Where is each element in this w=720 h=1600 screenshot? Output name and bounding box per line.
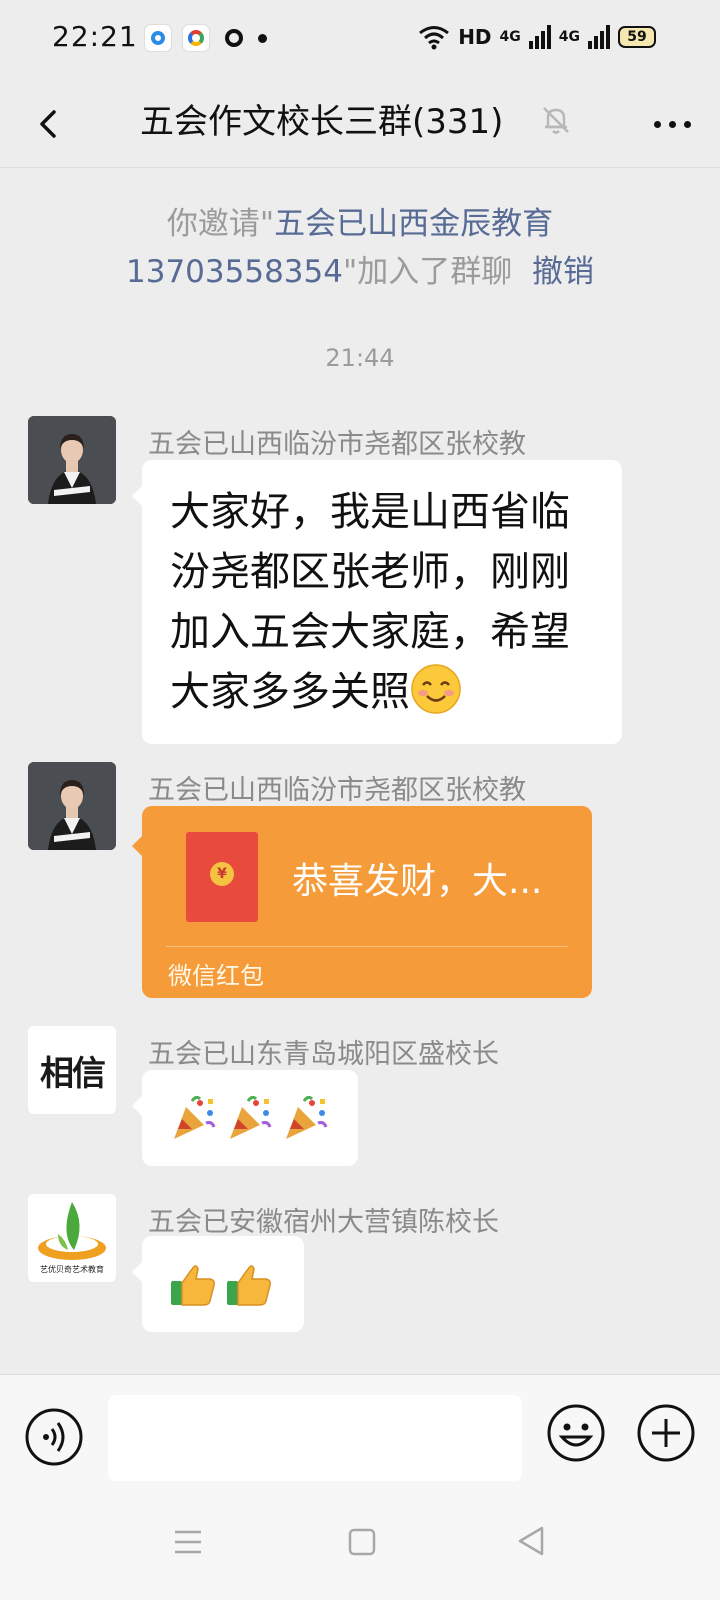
avatar[interactable]: 艺优贝奇艺术教育 [28,1194,116,1282]
red-envelope-icon: ¥ [186,832,258,922]
message-bubble[interactable] [132,1070,358,1166]
q-app-notification-icon [220,24,248,52]
more-actions-button[interactable] [636,1403,696,1463]
avatar[interactable] [28,762,116,850]
menu-icon [175,1530,201,1554]
red-packet-title: 恭喜发财，大... [292,861,543,902]
smiling-face-emoji-icon [411,664,461,714]
hd-indicator: HD [458,25,492,49]
more-options-button[interactable] [646,98,698,150]
sender-name: 五会已山东青岛城阳区盛校长 [148,1039,499,1070]
signal-a-icon [528,25,551,49]
avatar-logo-caption: 艺优贝奇艺术教育 [40,1265,104,1274]
sender-name: 五会已山西临汾市尧都区张校教 [148,429,526,460]
network-b-label: 4G [558,29,580,45]
yuan-coin-icon: ¥ [210,862,234,886]
message-input[interactable] [108,1395,522,1481]
thumbs-up-icon [227,1265,271,1306]
message-input-bar [0,1374,720,1488]
sender-name: 五会已山西临汾市尧都区张校教 [148,775,526,806]
triangle-back-icon [518,1526,544,1556]
avatar[interactable] [28,416,116,504]
back-button[interactable] [24,98,76,150]
network-a-label: 4G [499,29,521,45]
browser-notification-icon [182,24,210,52]
signal-b-icon [588,25,610,49]
message-text: 大家好，我是山西省临汾尧都区张老师，刚刚加入五会大家庭，希望大家多多关照 [142,460,622,744]
system-nav-bar [0,1488,720,1600]
app-notification-icon [144,24,172,52]
wifi-icon [419,26,450,50]
status-time: 22:21 [52,20,138,53]
system-back-button[interactable] [514,1524,548,1558]
more-notifications-dot-icon [258,33,267,43]
party-popper-icon [174,1095,216,1139]
message-timestamp: 21:44 [325,344,395,372]
square-icon [348,1528,376,1556]
chat-header: 五会作文校长三群(331) [0,80,720,168]
plus-icon [637,1404,695,1462]
smiley-icon [547,1404,605,1462]
more-dots-icon [653,120,661,128]
thumbs-up-icon [171,1265,215,1306]
status-bar: 22:21 HD 4G 4G 59 [0,0,720,80]
home-button[interactable] [346,1526,378,1558]
red-packet-label: 微信红包 [168,962,264,990]
muted-bell-icon [536,100,576,140]
voice-icon [25,1408,83,1466]
avatar-calligraphy-text: 相信 [40,1053,106,1094]
battery-icon: 59 [618,26,656,48]
chat-title: 五会作文校长三群(331) [140,102,504,142]
red-packet-divider [166,946,568,947]
party-popper-icon [286,1095,328,1139]
party-popper-icon [230,1095,272,1139]
recent-apps-button[interactable] [172,1526,204,1558]
system-message-suffix: "加入了群聊 [342,254,513,290]
avatar[interactable]: 相信 [28,1026,116,1114]
message-bubble[interactable]: 大家好，我是山西省临汾尧都区张老师，刚刚加入五会大家庭，希望大家多多关照 [132,460,622,744]
system-message-prefix: 你邀请" [166,206,275,242]
message-text-content: 大家好，我是山西省临汾尧都区张老师，刚刚加入五会大家庭，希望大家多多关照 [170,489,570,715]
notification-icons [144,24,267,52]
system-icons: HD 4G 4G 59 [418,24,656,50]
red-packet-card[interactable]: ¥ 恭喜发财，大... 微信红包 [132,806,592,998]
voice-input-button[interactable] [24,1407,84,1467]
system-message: 你邀请"五会已山西金辰教育13703558354"加入了群聊 撤销 [100,200,620,296]
sender-name: 五会已安徽宿州大营镇陈校长 [148,1207,499,1238]
emoji-button[interactable] [546,1403,606,1463]
message-bubble[interactable] [132,1236,304,1332]
chevron-left-icon [40,110,56,138]
revoke-link[interactable]: 撤销 [532,254,594,290]
